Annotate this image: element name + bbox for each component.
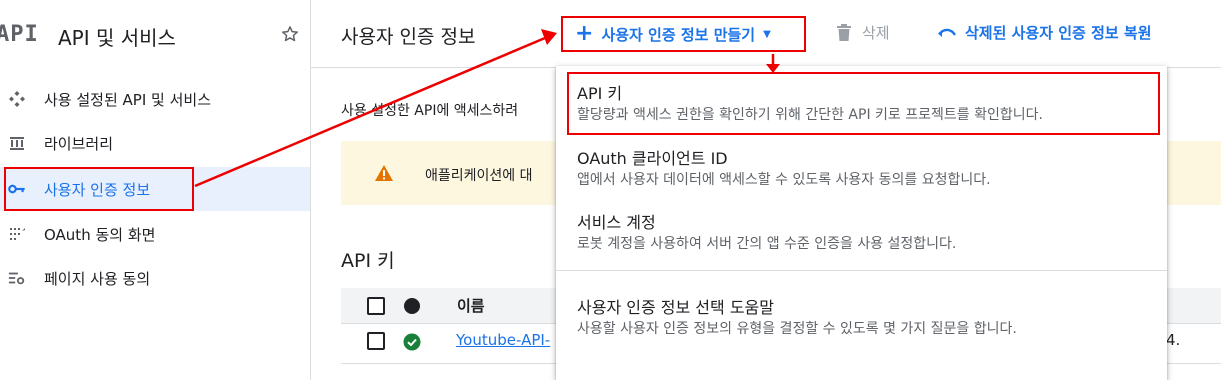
row-trailing-text: 4. — [1166, 331, 1181, 349]
sidebar-item-label: 페이지 사용 동의 — [44, 269, 151, 288]
annotation-box-api-key — [567, 72, 1160, 135]
delete-button[interactable]: 삭제 — [836, 22, 890, 43]
menu-item-title: 사용자 인증 정보 선택 도움말 — [577, 298, 774, 317]
restore-deleted-credentials-button[interactable]: 삭제된 사용자 인증 정보 복원 — [937, 22, 1152, 43]
sidebar-item-label: OAuth 동의 화면 — [44, 225, 156, 244]
page-description: 사용 설정한 API에 액세스하려 — [341, 103, 519, 119]
plus-icon: + — [575, 21, 594, 46]
undo-icon — [938, 28, 957, 37]
warning-icon — [374, 164, 394, 186]
sidebar-item-label: 사용 설정된 API 및 서비스 — [44, 90, 212, 109]
select-all-checkbox[interactable] — [367, 297, 385, 315]
create-credentials-button[interactable]: + 사용자 인증 정보 만들기 ▼ — [561, 16, 806, 52]
status-column-icon — [404, 298, 420, 314]
api-logo: API — [0, 22, 39, 47]
menu-item-description: 앱에서 사용자 데이터에 액세스할 수 있도록 사용자 동의를 요청합니다. — [577, 172, 991, 188]
api-key-name-link[interactable]: Youtube-API- — [456, 331, 550, 349]
sidebar-item-oauth-consent[interactable]: OAuth 동의 화면 — [0, 212, 310, 256]
menu-item-description: 사용할 사용자 인증 정보의 유형을 결정할 수 있도록 몇 가지 질문을 합니… — [577, 321, 1017, 337]
trash-icon — [837, 23, 851, 41]
page-title: 사용자 인증 정보 — [341, 26, 476, 48]
api-keys-section-title: API 키 — [341, 250, 395, 272]
column-header-name[interactable]: 이름 — [457, 295, 485, 316]
enabled-apis-icon — [8, 90, 26, 108]
annotation-box-credentials — [4, 167, 194, 211]
row-checkbox[interactable] — [367, 332, 385, 350]
restore-label: 삭제된 사용자 인증 정보 복원 — [965, 24, 1152, 42]
sidebar-title: API 및 서비스 — [58, 26, 176, 50]
sidebar-item-enabled-apis[interactable]: 사용 설정된 API 및 서비스 — [0, 77, 310, 121]
menu-item-description: 로봇 계정을 사용하여 서버 간의 앱 수준 인증을 사용 설정합니다. — [577, 236, 957, 252]
page-consent-icon — [8, 269, 26, 287]
oauth-consent-icon — [8, 225, 26, 243]
menu-divider — [556, 270, 1167, 271]
sidebar-header: API API 및 서비스 — [0, 0, 310, 70]
menu-item-title: OAuth 클라이언트 ID — [577, 149, 728, 168]
delete-label: 삭제 — [862, 24, 890, 42]
sidebar-item-page-consent[interactable]: 페이지 사용 동의 — [0, 256, 310, 300]
main-header: 사용자 인증 정보 + 사용자 인증 정보 만들기 ▼ 삭제 삭제된 사용자 인… — [311, 0, 1221, 68]
caret-down-icon: ▼ — [763, 28, 771, 40]
menu-item-title: 서비스 계정 — [577, 213, 656, 232]
library-icon — [8, 134, 26, 152]
sidebar-item-library[interactable]: 라이브러리 — [0, 121, 310, 165]
warning-text: 애플리케이션에 대 — [425, 168, 533, 184]
star-icon[interactable] — [280, 24, 300, 44]
menu-item-service-account[interactable]: 서비스 계정 로봇 계정을 사용하여 서버 간의 앱 수준 인증을 사용 설정합… — [556, 199, 1167, 263]
check-circle-icon — [403, 333, 421, 355]
sidebar-item-label: 라이브러리 — [44, 134, 114, 153]
create-credentials-label: 사용자 인증 정보 만들기 — [601, 25, 756, 44]
menu-item-oauth-client-id[interactable]: OAuth 클라이언트 ID 앱에서 사용자 데이터에 액세스할 수 있도록 사… — [556, 135, 1167, 199]
menu-item-help-me-choose[interactable]: 사용자 인증 정보 선택 도움말 사용할 사용자 인증 정보의 유형을 결정할 … — [556, 284, 1167, 348]
